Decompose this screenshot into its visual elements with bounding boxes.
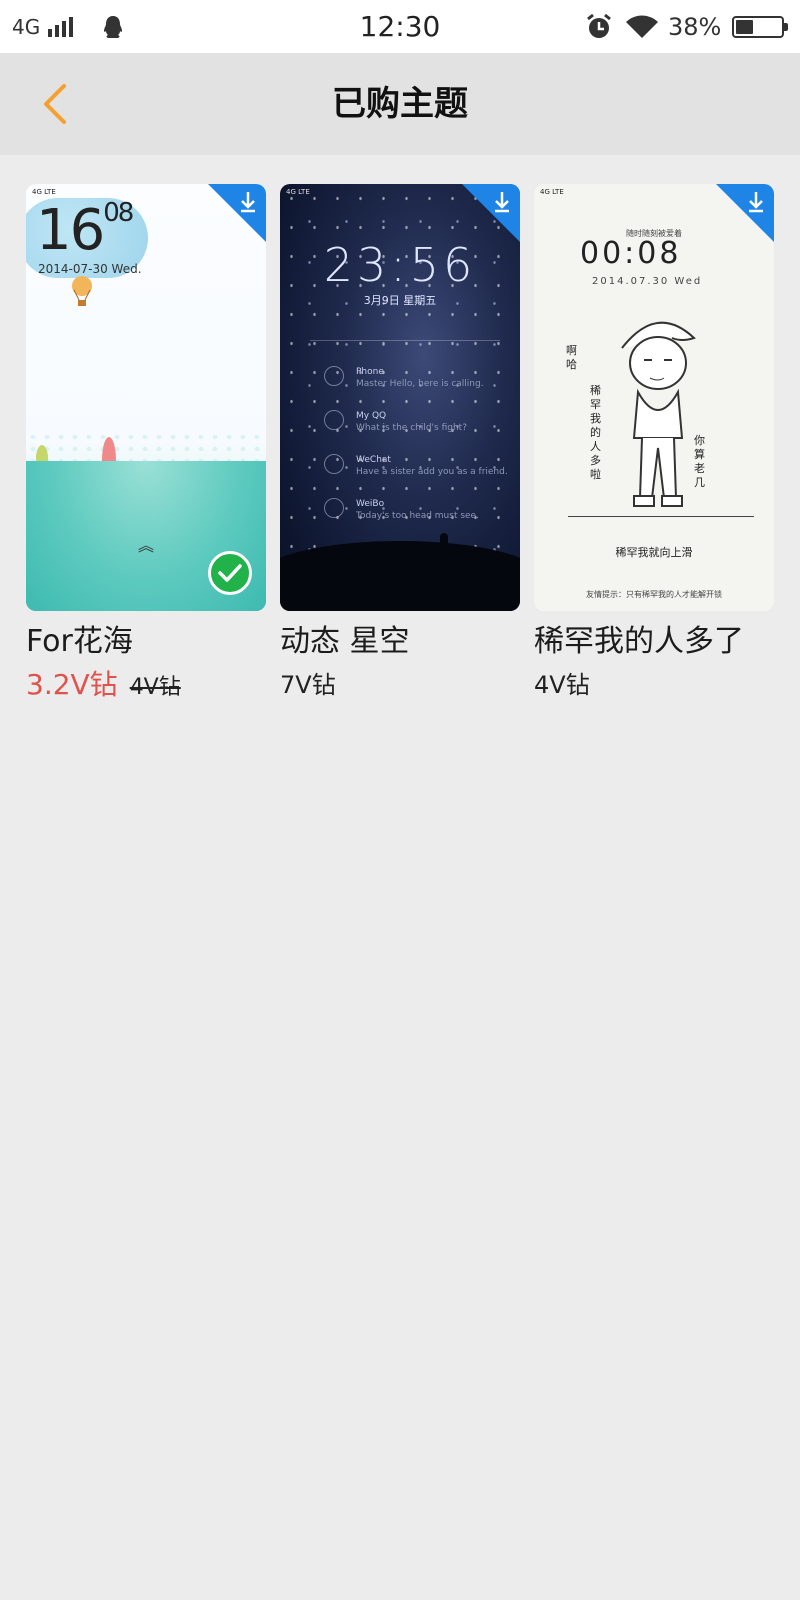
notification-title: Phone <box>356 367 384 377</box>
original-price: 4V钻 <box>129 675 181 700</box>
preview-side-text: 你算老几 <box>694 434 705 489</box>
notification-title: WeiBo <box>356 499 385 509</box>
phone-icon <box>324 366 344 386</box>
download-icon[interactable] <box>208 184 266 242</box>
hill-silhouette <box>280 541 520 611</box>
notification-title: My QQ <box>356 411 387 421</box>
person-silhouette <box>440 533 448 555</box>
theme-price: 7V钻 <box>280 671 336 699</box>
divider <box>568 516 754 517</box>
notification-text: What is the child's fight? <box>356 423 467 433</box>
divider <box>310 340 500 341</box>
cartoon-boy-illustration <box>621 321 696 507</box>
preview-clock-minute: 08 <box>103 198 134 228</box>
preview-notification: WeiBo Today's too head must see. <box>356 498 479 522</box>
theme-preview-image[interactable]: 4G LTE 23:56 3月9日 星期五 Phone Master Hello,… <box>280 184 520 611</box>
weibo-icon <box>324 498 344 518</box>
person-silhouette <box>360 551 368 563</box>
theme-name: 动态 星空 <box>280 624 410 659</box>
preview-notification: WeChat Have a sister add you as a friend. <box>356 454 508 478</box>
theme-preview-image[interactable]: 4G LTE 1608 2014-07-30 Wed. ︽ <box>26 184 266 611</box>
preview-clock: 1608 <box>36 198 134 263</box>
battery-icon <box>732 0 788 53</box>
wifi-icon <box>625 0 659 53</box>
preview-status: 4G LTE <box>540 188 564 196</box>
preview-side-text: 稀罕我的人多啦 <box>590 384 601 481</box>
theme-card[interactable]: 4G LTE 23:56 3月9日 星期五 Phone Master Hello,… <box>280 184 520 703</box>
preview-clock: 00:08 <box>580 236 682 271</box>
battery-level-fill <box>736 19 753 34</box>
person-silhouette <box>380 551 388 563</box>
notification-text: Master Hello, here is calling. <box>356 379 484 389</box>
preview-date: 2014.07.30 Wed <box>592 276 703 287</box>
header-bar: 已购主题 <box>0 53 800 155</box>
chevron-up-icon: ︽ <box>138 536 155 555</box>
preview-status: 4G LTE <box>32 188 56 196</box>
preview-tip: 友情提示：只有稀罕我的人才能解开锁 <box>586 590 722 599</box>
preview-date: 3月9日 星期五 <box>363 294 437 307</box>
balloon-icon <box>72 276 92 306</box>
preview-date: 2014-07-30 Wed. <box>38 262 142 276</box>
theme-price: 3.2V钻 4V钻 <box>26 667 266 703</box>
notification-text: Today's too head must see. <box>356 511 479 521</box>
theme-name: For花海 <box>26 624 133 659</box>
alarm-icon <box>585 0 613 53</box>
preview-notification: My QQ What is the child's fight? <box>356 410 467 434</box>
preview-clock-hour: 16 <box>36 198 105 263</box>
page-title: 已购主题 <box>332 84 468 124</box>
theme-name: 稀罕我的人多了 <box>534 624 744 659</box>
theme-card[interactable]: 4G LTE 随时随刻被爱着 00:08 2014.07.30 Wed 啊哈 稀… <box>534 184 774 703</box>
notification-text: Have a sister add you as a friend. <box>356 467 508 477</box>
download-icon[interactable] <box>716 184 774 242</box>
qq-icon <box>324 410 344 430</box>
preview-unlock-text: 稀罕我就向上滑 <box>615 546 693 559</box>
preview-clock: 23:56 <box>323 238 477 292</box>
theme-card[interactable]: 4G LTE 1608 2014-07-30 Wed. ︽ For花海 3.2V… <box>26 184 266 703</box>
theme-price: 4V钻 <box>534 671 590 699</box>
preview-status: 4G LTE <box>286 188 310 196</box>
download-icon[interactable] <box>462 184 520 242</box>
applied-check-icon <box>208 551 252 595</box>
battery-percent: 38% <box>668 12 722 41</box>
theme-preview-image[interactable]: 4G LTE 随时随刻被爱着 00:08 2014.07.30 Wed 啊哈 稀… <box>534 184 774 611</box>
preview-notification: Phone Master Hello, here is calling. <box>356 366 484 390</box>
wechat-icon <box>324 454 344 474</box>
notification-title: WeChat <box>356 455 391 465</box>
status-bar: 4G 12:30 38% <box>0 0 800 53</box>
sale-price: 3.2V钻 <box>26 668 118 701</box>
preview-side-text: 啊哈 <box>566 344 577 371</box>
